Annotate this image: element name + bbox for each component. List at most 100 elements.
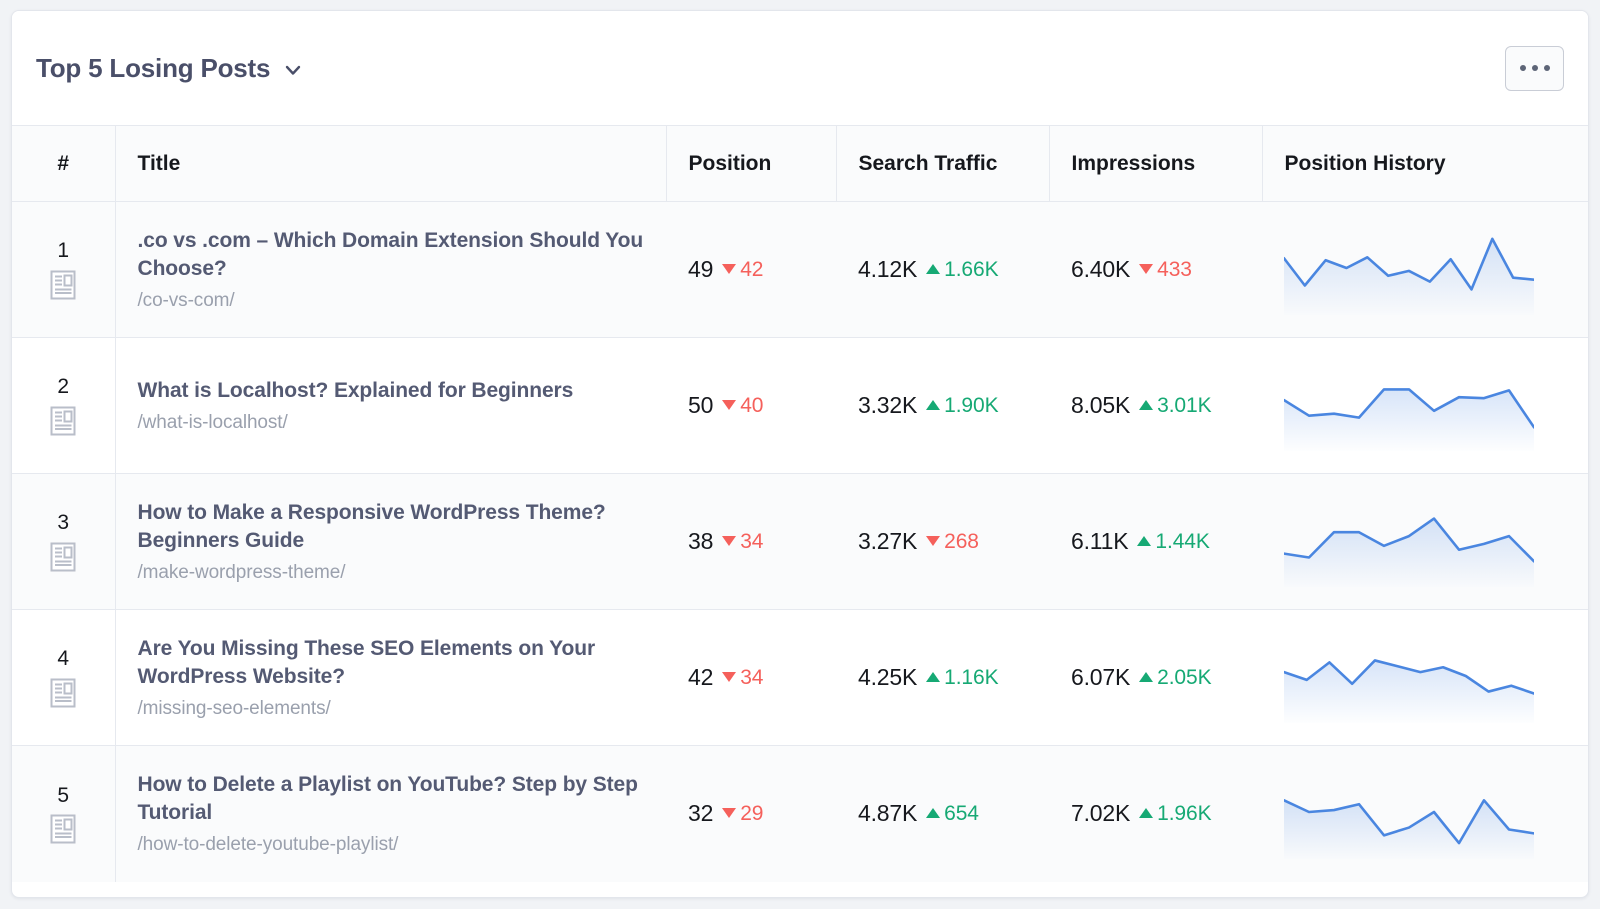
report-selector[interactable]: Top 5 Losing Posts [36,53,303,84]
post-url[interactable]: /how-to-delete-youtube-playlist/ [138,834,645,856]
card-header: Top 5 Losing Posts [12,11,1588,125]
title-cell[interactable]: Are You Missing These SEO Elements on Yo… [115,609,666,746]
arrow-down-icon [926,535,941,546]
search-traffic-value: 3.32K [858,392,918,418]
rank-number: 4 [57,647,70,671]
position-cell: 42 34 [666,609,836,746]
impressions-value: 7.02K [1071,800,1131,827]
column-header-title[interactable]: Title [115,125,667,202]
column-header-position[interactable]: Position [666,125,837,202]
search-traffic-cell: 4.12K 1.66K [836,201,1049,338]
position-history-cell [1262,201,1588,338]
arrow-up-icon [926,399,941,410]
more-options-button[interactable] [1505,45,1564,91]
rank-cell: 1 [12,201,116,338]
table-row[interactable]: 5 How to Delete a Playlist on YouTube? S… [12,745,1588,882]
arrow-down-icon [722,807,737,818]
rank-cell: 2 [12,337,116,474]
table-row[interactable]: 3 How to Make a Responsive WordPress The… [12,473,1588,610]
search-traffic-value: 4.25K [858,664,918,690]
losing-posts-table: # Title Position Search Traffic Impressi… [12,125,1588,882]
rank-cell: 4 [12,609,116,746]
table-body: 1 .co vs .com – Which Domain Extension S… [12,201,1588,882]
position-history-cell [1262,337,1588,474]
post-url[interactable]: /make-wordpress-theme/ [138,562,645,584]
title-cell[interactable]: How to Make a Responsive WordPress Theme… [115,473,666,610]
position-cell: 50 40 [666,337,836,474]
post-url[interactable]: /missing-seo-elements/ [138,698,645,720]
kebab-dot [1531,65,1538,71]
position-delta: 34 [722,666,763,690]
rank-cell: 3 [12,473,116,610]
article-icon [50,542,76,572]
post-url[interactable]: /what-is-localhost/ [138,412,645,434]
impressions-value: 6.07K [1071,664,1131,690]
impressions-delta: 1.44K [1137,529,1210,554]
search-traffic-value: 3.27K [858,528,918,554]
arrow-down-icon [722,535,737,546]
position-history-sparkline [1284,633,1534,723]
impressions-delta-value: 3.01K [1157,393,1212,417]
column-header-rank[interactable]: # [12,125,116,202]
position-value: 38 [688,528,714,554]
impressions-delta: 433 [1139,258,1192,282]
position-cell: 49 42 [666,201,836,338]
column-header-search-traffic[interactable]: Search Traffic [836,125,1050,202]
arrow-up-icon [1139,807,1154,818]
search-traffic-delta: 268 [926,530,979,554]
arrow-up-icon [926,671,941,682]
post-title[interactable]: What is Localhost? Explained for Beginne… [138,377,645,405]
post-url[interactable]: /co-vs-com/ [138,290,645,312]
post-title[interactable]: Are You Missing These SEO Elements on Yo… [138,635,645,691]
impressions-delta: 1.96K [1139,802,1212,826]
impressions-value: 6.11K [1071,528,1129,554]
position-history-sparkline [1284,225,1534,315]
post-title[interactable]: .co vs .com – Which Domain Extension Sho… [138,227,645,283]
search-traffic-delta-value: 268 [944,529,979,553]
impressions-delta-value: 1.44K [1155,529,1210,553]
article-icon [50,678,76,708]
impressions-delta-value: 2.05K [1157,665,1212,689]
impressions-value: 8.05K [1071,392,1131,418]
arrow-up-icon [926,263,941,274]
table-row[interactable]: 4 Are You Missing These SEO Elements on … [12,609,1588,746]
post-title[interactable]: How to Delete a Playlist on YouTube? Ste… [138,771,645,827]
position-cell: 38 34 [666,473,836,610]
search-traffic-delta: 1.66K [926,258,999,282]
search-traffic-value: 4.87K [858,800,918,827]
column-header-position-history[interactable]: Position History [1262,125,1588,202]
position-value: 42 [688,664,714,690]
position-delta: 40 [722,394,763,418]
title-cell[interactable]: What is Localhost? Explained for Beginne… [115,337,666,474]
article-icon [50,270,76,300]
rank-number: 1 [57,239,70,263]
table-row[interactable]: 1 .co vs .com – Which Domain Extension S… [12,201,1588,338]
position-delta-value: 34 [740,665,764,689]
impressions-cell: 7.02K 1.96K [1049,745,1262,882]
search-traffic-delta: 1.16K [926,665,999,690]
search-traffic-cell: 3.32K 1.90K [836,337,1049,474]
search-traffic-cell: 3.27K 268 [836,473,1049,610]
impressions-delta: 2.05K [1139,665,1212,690]
title-cell[interactable]: How to Delete a Playlist on YouTube? Ste… [115,745,666,882]
impressions-cell: 8.05K 3.01K [1049,337,1262,474]
position-history-sparkline [1284,361,1534,451]
post-title[interactable]: How to Make a Responsive WordPress Theme… [138,499,645,555]
title-cell[interactable]: .co vs .com – Which Domain Extension Sho… [115,201,666,338]
arrow-up-icon [1139,671,1154,682]
search-traffic-delta-value: 1.16K [944,665,999,689]
search-traffic-cell: 4.87K 654 [836,745,1049,882]
column-header-impressions[interactable]: Impressions [1049,125,1263,202]
rank-number: 2 [57,375,70,399]
arrow-down-icon [722,671,737,682]
search-traffic-delta-value: 654 [944,801,979,825]
position-delta: 34 [722,530,763,554]
rank-number: 3 [57,511,70,535]
position-delta-value: 40 [740,393,764,417]
position-cell: 32 29 [666,745,836,882]
arrow-down-icon [1139,263,1154,274]
arrow-down-icon [722,399,737,410]
chevron-down-icon[interactable] [283,60,303,80]
table-row[interactable]: 2 What is Localhost? Explained for Begin… [12,337,1588,474]
search-traffic-cell: 4.25K 1.16K [836,609,1049,746]
